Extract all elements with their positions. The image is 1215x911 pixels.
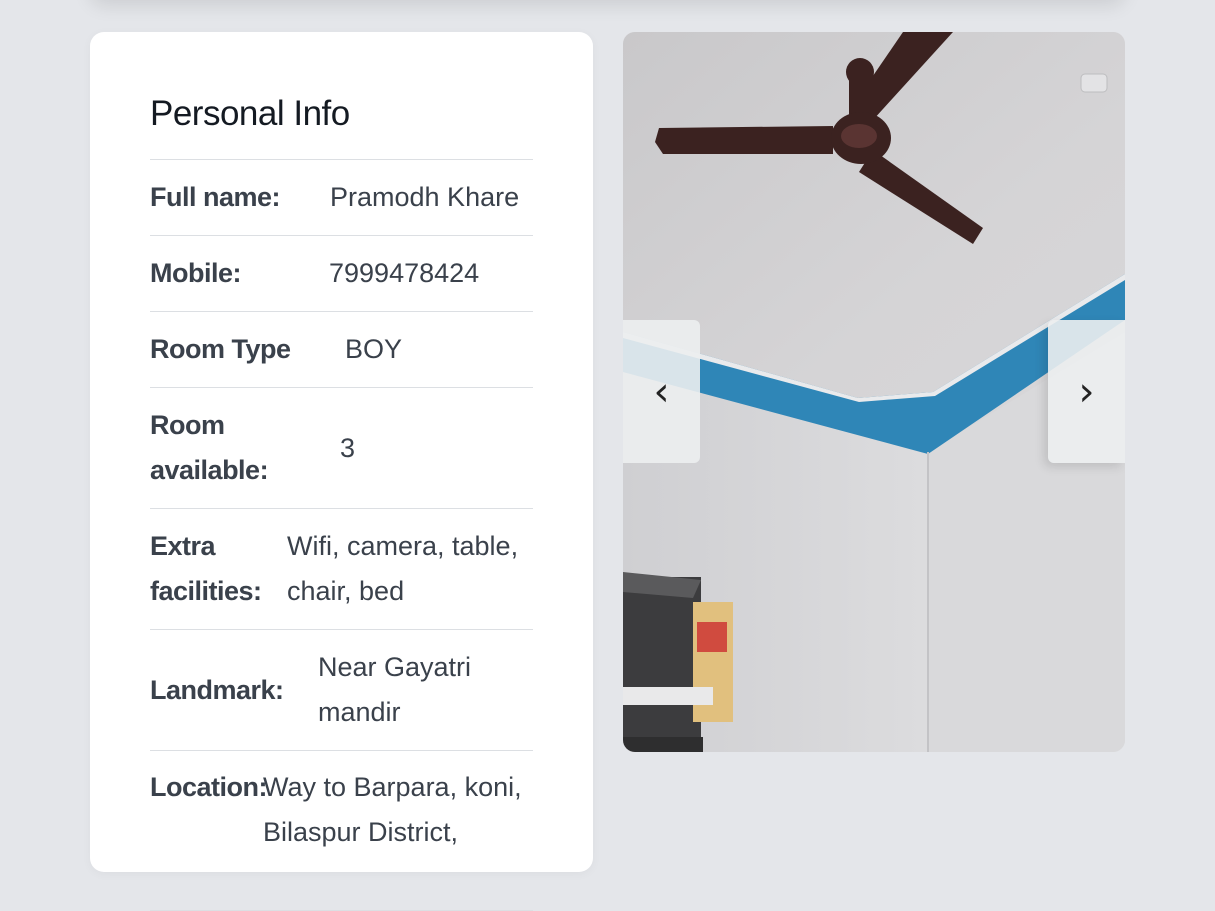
carousel-prev-button[interactable]: ‹ (623, 320, 700, 463)
extra-facilities-label: Extra facilities: (150, 531, 262, 606)
location-value: Way to Barpara, koni, Bilaspur District, (263, 772, 522, 847)
info-row-room-type: Room Type BOY (150, 312, 533, 388)
info-row-landmark: Landmark: Near Gayatri mandir (150, 630, 533, 751)
chevron-right-icon: › (1078, 368, 1095, 415)
info-row-room-available: Room available: 3 (150, 388, 533, 509)
info-row-mobile: Mobile: 7999478424 (150, 236, 533, 312)
personal-info-title: Personal Info (150, 94, 350, 133)
room-type-value: BOY (345, 334, 403, 364)
room-available-value: 3 (340, 432, 356, 463)
location-label: Location: (150, 772, 268, 802)
info-row-full-name: Full name: Pramodh Khare (150, 160, 533, 236)
personal-info-card: Personal Info Full name: Pramodh Khare M… (90, 32, 593, 911)
landmark-value: Near Gayatri mandir (318, 652, 472, 727)
room-type-label: Room Type (150, 334, 291, 364)
full-name-value: Pramodh Khare (330, 182, 520, 212)
full-name-label: Full name: (150, 182, 281, 212)
room-available-label: Room available: (150, 410, 269, 485)
room-photo-carousel: ‹ › (623, 32, 1125, 752)
info-row-location: Location: Way to Barpara, koni, Bilaspur… (150, 751, 533, 911)
extra-facilities-value: Wifi, camera, table, chair, bed (287, 531, 519, 606)
landmark-label: Landmark: (150, 674, 284, 705)
info-row-extra-facilities: Extra facilities: Wifi, camera, table, c… (150, 509, 533, 630)
mobile-value: 7999478424 (329, 258, 480, 288)
personal-info-table: Full name: Pramodh Khare Mobile: 7999478… (150, 159, 533, 911)
chevron-left-icon: ‹ (653, 368, 670, 415)
carousel-next-button[interactable]: › (1048, 320, 1125, 463)
mobile-label: Mobile: (150, 258, 242, 288)
